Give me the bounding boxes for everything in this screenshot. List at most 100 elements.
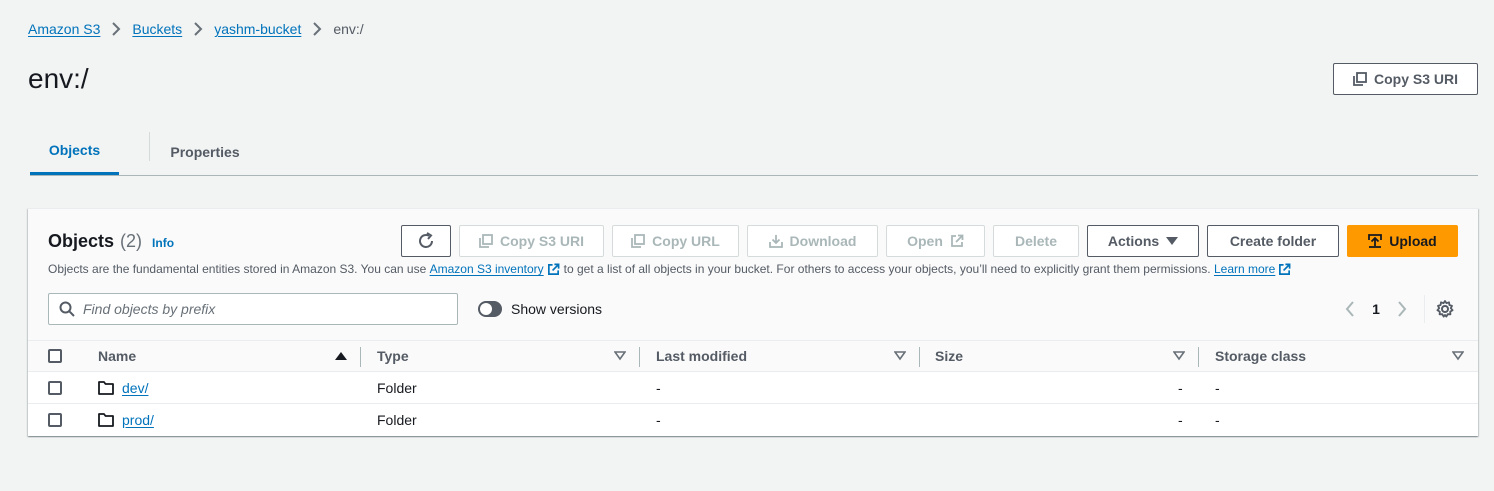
- download-icon: [768, 235, 783, 248]
- refresh-button[interactable]: [401, 225, 451, 257]
- download-button[interactable]: Download: [747, 225, 878, 257]
- sort-icon[interactable]: [614, 341, 626, 371]
- objects-panel-title: Objects (2) Info: [48, 231, 174, 252]
- copy-s3-uri-button[interactable]: Copy S3 URI: [1333, 63, 1478, 95]
- folder-icon: [98, 380, 114, 395]
- copy-url-button[interactable]: Copy URL: [612, 225, 739, 257]
- delete-label: Delete: [1014, 233, 1058, 249]
- description-text-middle: to get a list of all objects in your buc…: [563, 262, 1211, 276]
- row-checkbox[interactable]: [48, 413, 62, 427]
- storage-class-cell: -: [1215, 412, 1220, 428]
- delete-button[interactable]: Delete: [993, 225, 1079, 257]
- objects-panel: Objects (2) Info Copy S3 URI Copy URL Do…: [28, 208, 1478, 436]
- table-header: Name Type Last modified Size Storage cla…: [28, 340, 1478, 372]
- sort-icon[interactable]: [1452, 341, 1464, 371]
- info-link[interactable]: Info: [152, 236, 174, 250]
- upload-button[interactable]: Upload: [1347, 225, 1458, 257]
- select-all-checkbox[interactable]: [48, 349, 62, 363]
- folder-link[interactable]: dev/: [122, 380, 148, 396]
- column-divider[interactable]: [919, 347, 920, 367]
- sort-icon[interactable]: [1173, 341, 1185, 371]
- row-checkbox-cell: [48, 404, 62, 436]
- pagination: 1: [1338, 297, 1414, 321]
- tab-properties[interactable]: Properties: [150, 128, 260, 175]
- row-checkbox[interactable]: [48, 380, 62, 395]
- create-folder-button[interactable]: Create folder: [1207, 225, 1339, 257]
- sort-ascending-icon[interactable]: [335, 341, 347, 371]
- objects-table: Name Type Last modified Size Storage cla…: [28, 340, 1478, 436]
- last-modified-cell: -: [656, 412, 661, 428]
- show-versions-toggle[interactable]: [478, 301, 502, 317]
- column-header-type[interactable]: Type: [377, 341, 409, 371]
- learn-more-link[interactable]: Learn more: [1214, 262, 1275, 276]
- objects-description: Objects are the fundamental entities sto…: [48, 262, 1295, 276]
- breadcrumb-buckets[interactable]: Buckets: [132, 21, 182, 37]
- table-row[interactable]: dev/ Folder - - -: [28, 372, 1478, 404]
- tab-objects[interactable]: Objects: [30, 128, 119, 175]
- inventory-link[interactable]: Amazon S3 inventory: [430, 262, 544, 276]
- gear-icon: [1436, 300, 1454, 318]
- settings-button[interactable]: [1435, 299, 1455, 319]
- column-header-last-modified[interactable]: Last modified: [656, 341, 747, 371]
- column-divider[interactable]: [1198, 347, 1199, 367]
- objects-title: Objects: [48, 231, 115, 251]
- table-row[interactable]: prod/ Folder - - -: [28, 404, 1478, 436]
- breadcrumb-current: env:/: [333, 21, 364, 37]
- type-cell: Folder: [377, 379, 417, 396]
- copy-icon: [479, 234, 493, 248]
- chevron-left-icon: [1345, 301, 1354, 317]
- download-label: Download: [789, 233, 857, 249]
- storage-class-cell: -: [1215, 379, 1220, 396]
- copy-url-label: Copy URL: [652, 233, 720, 249]
- actions-label: Actions: [1107, 233, 1160, 249]
- copy-s3-uri-objects-label: Copy S3 URI: [499, 233, 584, 249]
- settings-divider: [1424, 295, 1425, 323]
- description-text: Objects are the fundamental entities sto…: [48, 262, 427, 276]
- actions-dropdown[interactable]: Actions: [1087, 225, 1199, 257]
- page-number[interactable]: 1: [1362, 301, 1390, 317]
- column-header-name[interactable]: Name: [98, 341, 136, 371]
- objects-count: (2): [120, 231, 143, 251]
- upload-label: Upload: [1389, 233, 1437, 249]
- select-all-checkbox-cell: [48, 341, 62, 371]
- column-header-size[interactable]: Size: [935, 341, 963, 371]
- name-cell: prod/: [98, 404, 154, 436]
- previous-page-button[interactable]: [1338, 297, 1362, 321]
- breadcrumb-amazon-s3[interactable]: Amazon S3: [28, 21, 100, 37]
- open-button[interactable]: Open: [886, 225, 985, 257]
- size-cell: -: [1178, 379, 1183, 396]
- column-divider[interactable]: [360, 347, 361, 367]
- column-divider[interactable]: [639, 347, 640, 367]
- breadcrumb-bucket[interactable]: yashm-bucket: [214, 21, 301, 37]
- chevron-right-icon: [182, 19, 214, 39]
- next-page-button[interactable]: [1390, 297, 1414, 321]
- open-label: Open: [907, 233, 943, 249]
- create-folder-label: Create folder: [1229, 233, 1317, 249]
- chevron-right-icon: [100, 19, 132, 39]
- last-modified-cell: -: [656, 379, 661, 396]
- size-cell: -: [1178, 412, 1183, 428]
- page-title: env:/: [28, 63, 89, 94]
- search-icon: [59, 301, 75, 317]
- sort-icon[interactable]: [894, 341, 906, 371]
- refresh-icon: [419, 232, 433, 248]
- search-input[interactable]: [83, 301, 443, 317]
- breadcrumb: Amazon S3 Buckets yashm-bucket env:/: [28, 19, 364, 39]
- type-cell: Folder: [377, 412, 417, 428]
- show-versions-control: Show versions: [478, 301, 602, 317]
- external-link-icon: [547, 263, 560, 275]
- copy-s3-uri-label: Copy S3 URI: [1373, 71, 1458, 87]
- folder-link[interactable]: prod/: [122, 412, 154, 428]
- show-versions-label: Show versions: [511, 301, 603, 317]
- copy-icon: [631, 234, 646, 248]
- search-field: [48, 293, 458, 325]
- copy-icon: [1353, 72, 1367, 86]
- chevron-right-icon: [1398, 301, 1407, 317]
- external-link-icon: [1279, 263, 1291, 275]
- copy-s3-uri-objects-button[interactable]: Copy S3 URI: [459, 225, 604, 257]
- column-header-storage-class[interactable]: Storage class: [1215, 341, 1306, 371]
- caret-down-icon: [1166, 237, 1179, 245]
- upload-icon: [1368, 234, 1383, 248]
- tab-list: Objects Properties: [30, 128, 1478, 176]
- name-cell: dev/: [98, 372, 148, 403]
